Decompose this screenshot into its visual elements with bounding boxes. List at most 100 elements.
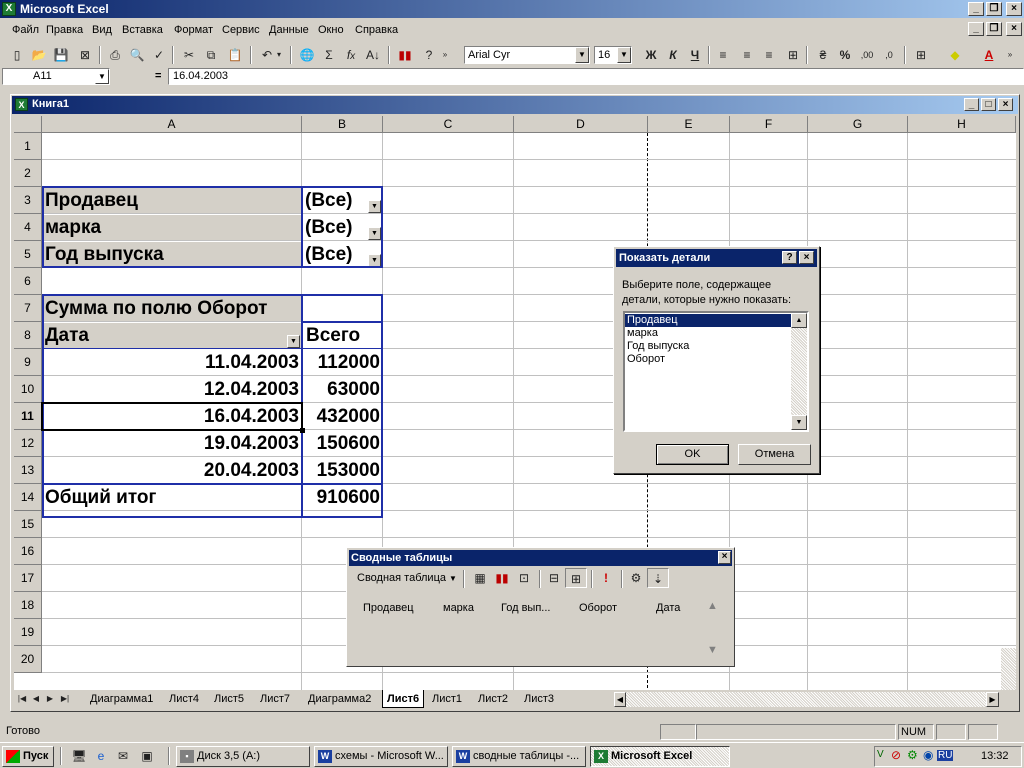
row-header[interactable]: 10 [14, 376, 42, 403]
sheet-tab[interactable]: Диаграмма1 [90, 692, 153, 706]
page-field-year[interactable]: Год выпуска [43, 242, 301, 267]
minimize-button[interactable]: _ [968, 2, 984, 16]
excel-app-icon[interactable]: X [2, 2, 16, 16]
tray-icon[interactable]: V [877, 749, 884, 760]
borders-icon[interactable]: ⊞ [910, 45, 932, 65]
scroll-up-icon[interactable]: ▲ [707, 600, 718, 612]
autosum-icon[interactable]: Σ [318, 45, 340, 65]
hide-detail-icon[interactable]: ⊟ [543, 568, 565, 588]
chevron-down-icon[interactable]: ▼ [575, 47, 589, 63]
wb-close-button[interactable]: × [998, 98, 1013, 111]
row-header[interactable]: 1 [14, 133, 42, 160]
show-desktop-icon[interactable]: 🖥 [68, 746, 90, 766]
chevron-down-icon[interactable]: ▼ [287, 335, 300, 348]
toolbar-options-icon[interactable]: » [1004, 45, 1016, 65]
name-box[interactable]: A11 [2, 68, 110, 85]
field-list-icon[interactable]: ⇣ [647, 568, 669, 588]
row-header[interactable]: 12 [14, 430, 42, 457]
pivot-field-button[interactable]: Год вып... [501, 602, 550, 614]
value-cell[interactable]: 63000 [304, 377, 380, 402]
pivot-field-button[interactable]: Оборот [579, 602, 617, 614]
sheet-tab[interactable]: Лист1 [432, 692, 462, 706]
column-header[interactable]: C [383, 116, 514, 133]
spelling-icon[interactable]: ✓ [148, 45, 170, 65]
date-cell[interactable]: 19.04.2003 [43, 431, 299, 456]
page-field-seller[interactable]: Продавец [43, 188, 301, 213]
close-icon[interactable]: × [799, 251, 814, 264]
chart-wizard-icon[interactable]: ▮▮ [491, 568, 513, 588]
menu-help[interactable]: Справка [355, 24, 398, 36]
task-button[interactable]: ▪ Диск 3,5 (A:) [176, 746, 310, 767]
date-cell[interactable]: 11.04.2003 [43, 350, 299, 375]
sheet-tab[interactable]: Лист3 [524, 692, 554, 706]
chart-wizard-icon[interactable]: ▮▮ [394, 45, 416, 65]
row-header[interactable]: 18 [14, 592, 42, 619]
date-cell[interactable]: 12.04.2003 [43, 377, 299, 402]
pivot-table-menu[interactable]: Сводная таблица ▼ [357, 572, 457, 584]
show-detail-icon[interactable]: ⊞ [565, 568, 587, 588]
menu-format[interactable]: Формат [174, 24, 213, 36]
underline-button[interactable]: Ч [684, 45, 706, 65]
merge-center-icon[interactable]: ⊞ [782, 45, 804, 65]
tray-icon[interactable]: ◉ [923, 748, 933, 762]
row-header[interactable]: 8 [14, 322, 42, 349]
next-sheet-icon[interactable]: ▶ [44, 692, 56, 706]
row-header[interactable]: 2 [14, 160, 42, 187]
new-icon[interactable]: ▯ [6, 45, 28, 65]
scroll-left-icon[interactable]: ◀ [614, 692, 626, 707]
cut-icon[interactable]: ✂ [178, 45, 200, 65]
scroll-down-icon[interactable]: ▼ [707, 644, 718, 656]
row-header-active[interactable]: 11 [14, 403, 42, 430]
ok-button[interactable]: OK [656, 444, 729, 465]
column-header[interactable]: G [808, 116, 908, 133]
menu-insert[interactable]: Вставка [122, 24, 163, 36]
chevron-down-icon[interactable]: ▼ [368, 200, 381, 213]
italic-button[interactable]: К [662, 45, 684, 65]
font-name-combo[interactable]: Arial Cyr ▼ [464, 46, 590, 64]
column-header[interactable]: F [730, 116, 808, 133]
field-settings-icon[interactable]: ⚙ [625, 568, 647, 588]
menu-tools[interactable]: Сервис [222, 24, 260, 36]
grand-total-label[interactable]: Общий итог [45, 485, 299, 510]
chevron-down-icon[interactable]: ▼ [617, 47, 631, 63]
permission-icon[interactable]: ⊠ [74, 45, 96, 65]
menu-view[interactable]: Вид [92, 24, 112, 36]
fill-handle[interactable] [300, 428, 305, 433]
chevron-down-icon[interactable]: ▼ [368, 227, 381, 240]
undo-dropdown-icon[interactable]: ▾ [274, 45, 284, 65]
row-header[interactable]: 7 [14, 295, 42, 322]
pivot-field-button[interactable]: Дата [656, 602, 680, 614]
print-icon[interactable]: ⎙ [104, 45, 126, 65]
chevron-down-icon[interactable]: ▼ [368, 254, 381, 267]
row-header[interactable]: 14 [14, 484, 42, 511]
close-button[interactable]: × [1006, 2, 1022, 16]
cancel-button[interactable]: Отмена [738, 444, 811, 465]
last-sheet-icon[interactable]: ▶| [58, 692, 72, 706]
date-cell[interactable]: 16.04.2003 [43, 404, 299, 429]
help-icon[interactable]: ? [782, 251, 797, 264]
page-field-brand[interactable]: марка [43, 215, 301, 240]
help-icon[interactable]: ? [418, 45, 440, 65]
menu-edit[interactable]: Правка [46, 24, 83, 36]
wb-minimize-button[interactable]: _ [964, 98, 979, 111]
currency-icon[interactable]: ₴ [812, 45, 834, 65]
scroll-down-icon[interactable]: ▼ [791, 415, 807, 430]
sheet-tab[interactable]: Лист2 [478, 692, 508, 706]
list-item[interactable]: Оборот [627, 353, 665, 366]
pivot-field-button[interactable]: Продавец [363, 602, 414, 614]
copy-icon[interactable]: ⧉ [200, 45, 222, 65]
sort-ascending-icon[interactable]: A↓ [362, 45, 384, 65]
fill-color-icon[interactable]: ◆ [944, 45, 966, 65]
value-cell[interactable]: 153000 [304, 458, 380, 483]
refresh-data-icon[interactable]: ! [595, 568, 617, 588]
start-button[interactable]: Пуск [2, 746, 54, 767]
sheet-tab[interactable]: Лист5 [214, 692, 244, 706]
row-header[interactable]: 20 [14, 646, 42, 673]
percent-icon[interactable]: % [834, 45, 856, 65]
close-icon[interactable]: × [718, 551, 731, 564]
open-icon[interactable]: 📂 [28, 45, 50, 65]
list-item[interactable]: Год выпуска [627, 340, 689, 353]
paste-icon[interactable]: 📋 [224, 45, 246, 65]
restore-button[interactable]: ❐ [986, 2, 1002, 16]
data-field-caption[interactable]: Сумма по полю Оборот [43, 296, 301, 321]
